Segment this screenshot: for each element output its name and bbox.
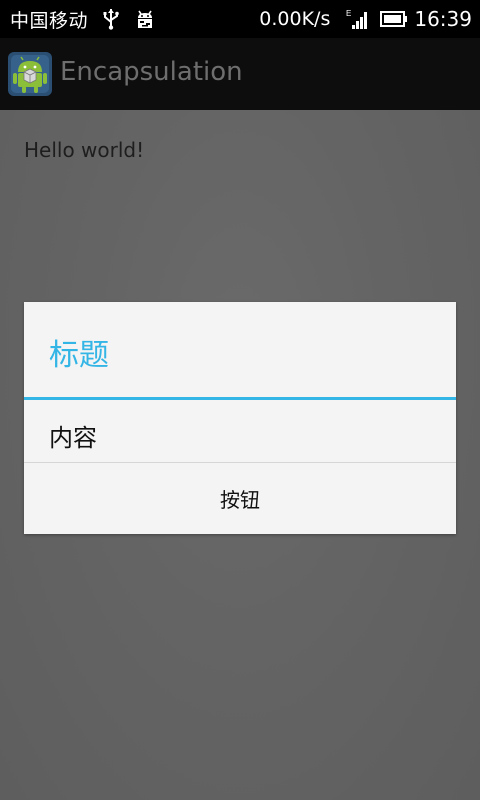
network-type-label: E: [346, 9, 351, 18]
app-title: Encapsulation: [60, 57, 243, 87]
status-bar: 中国移动 0.00K/s E 16:39: [0, 0, 480, 38]
status-right: 0.00K/s E 16:39: [259, 0, 472, 38]
signal-icon: E: [346, 9, 368, 29]
alert-dialog: 标题 内容 按钮: [24, 302, 456, 534]
dialog-button[interactable]: 按钮: [24, 463, 456, 534]
battery-icon: [380, 11, 408, 27]
android-debug-icon: [138, 10, 153, 28]
usb-icon: [103, 9, 119, 30]
carrier-name: 中国移动: [10, 9, 89, 32]
android-app-icon[interactable]: [8, 52, 52, 96]
clock: 16:39: [414, 7, 472, 31]
dialog-title-divider: [24, 397, 456, 400]
network-speed: 0.00K/s: [259, 8, 331, 30]
dialog-message: 内容: [49, 424, 97, 452]
status-left: 中国移动: [10, 0, 156, 38]
action-bar: Encapsulation: [0, 38, 480, 110]
dialog-title: 标题: [49, 338, 109, 373]
screen: 中国移动 0.00K/s E 16:39 Encapsulation Hello…: [0, 0, 480, 800]
hello-text: Hello world!: [24, 138, 145, 162]
